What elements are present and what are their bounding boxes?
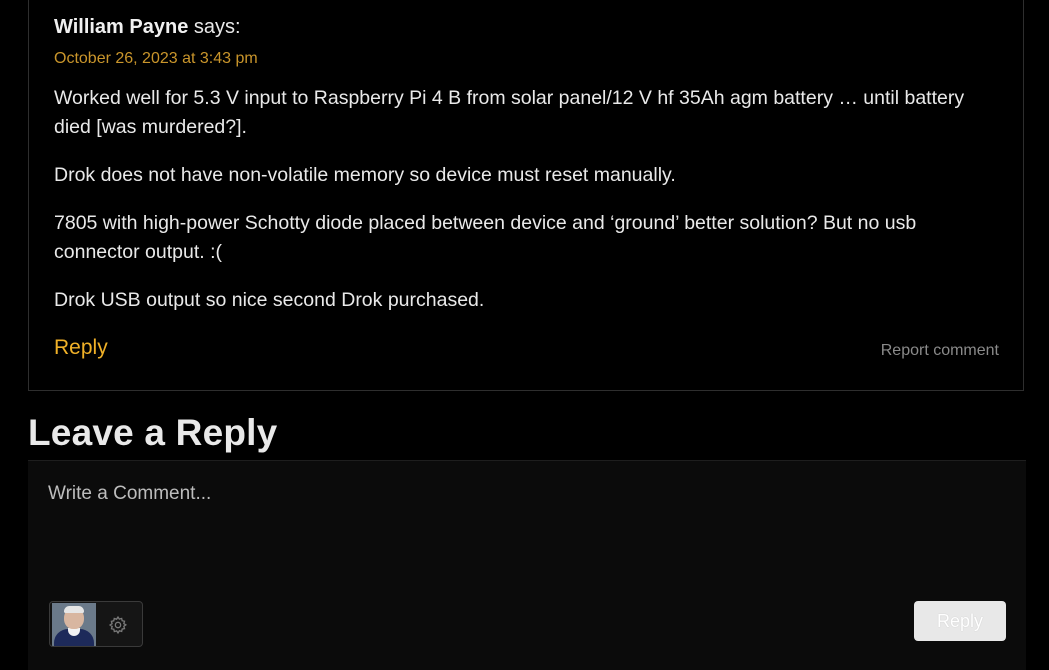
comment-says: says:: [193, 16, 241, 38]
report-comment-link[interactable]: Report comment: [881, 342, 999, 360]
comment-input[interactable]: [48, 483, 948, 603]
leave-reply-title: Leave a Reply: [28, 412, 278, 453]
comment-date-link[interactable]: October 26, 2023 at 3:43 pm: [54, 50, 258, 68]
comment-author-line: William Payne says:: [54, 16, 241, 39]
comment-author: William Payne: [54, 16, 189, 38]
comment-card: William Payne says: October 26, 2023 at …: [28, 0, 1024, 391]
submit-reply-button[interactable]: Reply: [914, 601, 1006, 641]
comment-body: Worked well for 5.3 V input to Raspberry…: [54, 84, 994, 334]
comment-reply-link[interactable]: Reply: [54, 336, 108, 360]
comment-paragraph: Drok USB output so nice second Drok purc…: [54, 289, 485, 311]
user-settings-widget[interactable]: [49, 601, 143, 647]
comment-paragraph: Worked well for 5.3 V input to Raspberry…: [54, 87, 965, 138]
comment-paragraph: 7805 with high-power Schotty diode place…: [54, 212, 917, 263]
avatar: [52, 603, 96, 646]
reply-form: Reply: [28, 460, 1026, 670]
comment-paragraph: Drok does not have non-volatile memory s…: [54, 164, 676, 186]
gear-icon[interactable]: [106, 613, 130, 637]
